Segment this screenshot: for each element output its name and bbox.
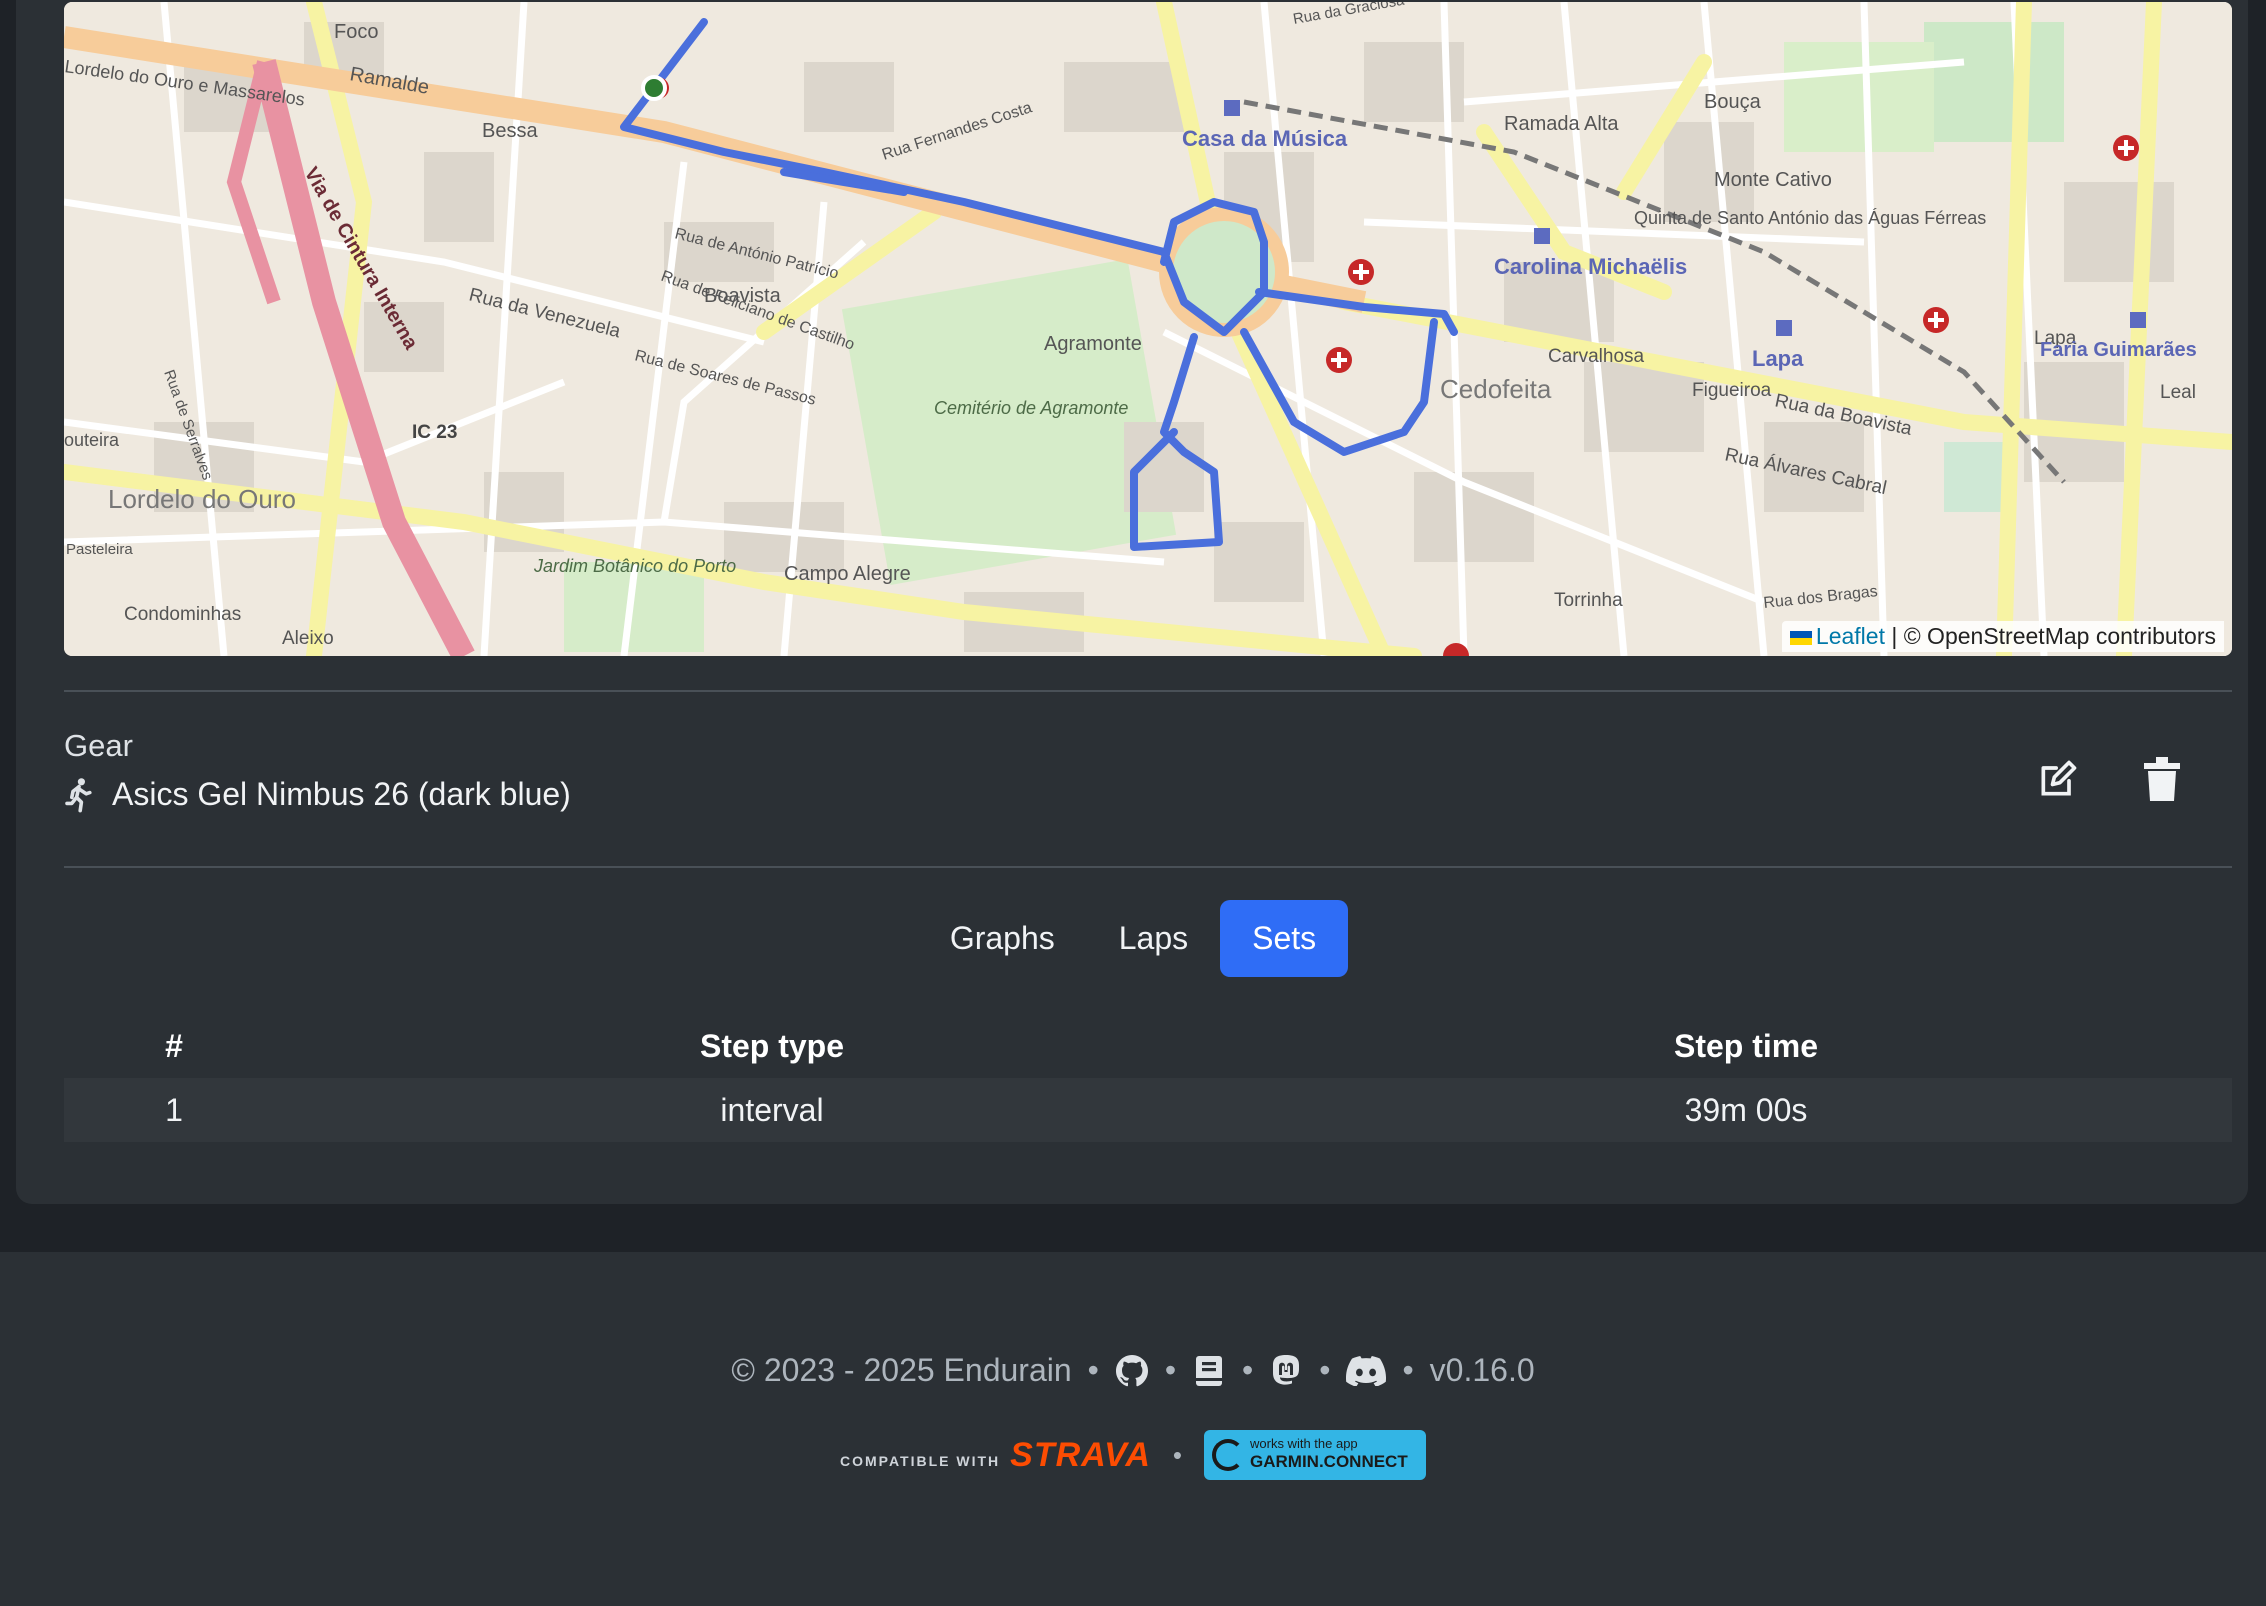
activity-map[interactable]: Foco Lordelo do Ouro e Massarelos Ramald…: [64, 2, 2232, 656]
version-text: v0.16.0: [1429, 1352, 1535, 1388]
trash-icon: [2144, 757, 2180, 801]
gear-name[interactable]: Asics Gel Nimbus 26 (dark blue): [112, 776, 571, 813]
gear-heading: Gear: [64, 728, 133, 763]
tab-sets[interactable]: Sets: [1220, 900, 1349, 977]
map-label: Leal: [2160, 382, 2196, 403]
delete-gear-button[interactable]: [2138, 752, 2186, 806]
compatibility-badges: COMPATIBLE WITH STRAVA • works with the …: [0, 1430, 2266, 1480]
edit-gear-button[interactable]: [2034, 752, 2082, 806]
separator: •: [1164, 1352, 1177, 1388]
tab-graphs[interactable]: Graphs: [918, 900, 1087, 977]
activity-card: Foco Lordelo do Ouro e Massarelos Ramald…: [16, 0, 2248, 1204]
column-header: #: [165, 1027, 183, 1064]
map-label: Bouça: [1704, 91, 1762, 113]
map-label: Jardim Botânico do Porto: [533, 556, 736, 576]
map-label: Quinta de Santo António das Águas Férrea…: [1634, 208, 1986, 228]
gear-item: Asics Gel Nimbus 26 (dark blue): [64, 776, 571, 813]
map-label: Lapa: [1752, 346, 1804, 371]
column-header: Step type: [699, 1027, 845, 1064]
copyright-text: © 2023 - 2025 Endurain: [731, 1352, 1072, 1388]
set-step-type: interval: [284, 1078, 1260, 1142]
map-label: Torrinha: [1554, 590, 1623, 611]
map-label: Condominhas: [124, 604, 241, 625]
table-header-row: # Step type Step time: [64, 1014, 2232, 1078]
map-label: Cemitério de Agramonte: [934, 398, 1128, 418]
table-row: 1 interval 39m 00s: [64, 1078, 2232, 1142]
map-label: Agramonte: [1044, 333, 1142, 355]
activity-tabs: Graphs Laps Sets: [0, 900, 2266, 977]
map-label: Figueiroa: [1692, 380, 1772, 401]
divider: [64, 690, 2232, 692]
garmin-logo: GARMIN.CONNECT: [1250, 1452, 1408, 1471]
map-label: outeira: [64, 430, 120, 450]
map-label: Carolina Michaëlis: [1494, 254, 1687, 279]
discord-icon[interactable]: [1346, 1354, 1387, 1388]
map-label: Casa da Música: [1182, 126, 1348, 151]
map-label: Foco: [334, 21, 378, 43]
map-tiles: Foco Lordelo do Ouro e Massarelos Ramald…: [64, 2, 2232, 656]
footer-line: © 2023 - 2025 Endurain • • • • • v0.16.0: [0, 1352, 2266, 1389]
sets-table: # Step type Step time 1 interval 39m 00s: [64, 1014, 2232, 1142]
map-label: Monte Cativo: [1714, 169, 1832, 191]
docs-icon[interactable]: [1192, 1354, 1226, 1388]
divider: [64, 866, 2232, 868]
garmin-connect-badge[interactable]: works with the app GARMIN.CONNECT: [1204, 1430, 1426, 1480]
map-label: Lordelo do Ouro: [108, 484, 296, 514]
strava-badge[interactable]: COMPATIBLE WITH STRAVA: [840, 1436, 1151, 1475]
strava-compatible-text: COMPATIBLE WITH: [840, 1452, 1001, 1469]
map-label: Faria Guimarães: [2040, 339, 2197, 361]
osm-attribution: | © OpenStreetMap contributors: [1891, 623, 2216, 649]
map-label: Ramada Alta: [1504, 113, 1619, 135]
column-header: Step time: [1673, 1027, 1819, 1064]
map-label: Aleixo: [282, 628, 334, 649]
leaflet-link[interactable]: Leaflet: [1816, 623, 1885, 649]
garmin-works-text: works with the app: [1250, 1436, 1358, 1451]
footer: © 2023 - 2025 Endurain • • • • • v0.16.0…: [0, 1252, 2266, 1606]
map-attribution: Leaflet | © OpenStreetMap contributors: [1781, 621, 2224, 652]
map-label: IC 23: [412, 422, 457, 443]
separator: •: [1402, 1352, 1414, 1388]
running-person-icon: [65, 777, 92, 812]
separator: •: [1172, 1439, 1182, 1470]
garmin-connect-icon: [1212, 1439, 1244, 1471]
separator: •: [1242, 1352, 1254, 1388]
separator: •: [1087, 1352, 1099, 1388]
map-label: Carvalhosa: [1548, 346, 1645, 367]
map-label: Cedofeita: [1440, 374, 1552, 404]
strava-logo: STRAVA: [1010, 1435, 1151, 1474]
separator: •: [1319, 1352, 1331, 1388]
github-icon[interactable]: [1115, 1354, 1149, 1388]
mastodon-icon[interactable]: [1269, 1354, 1303, 1388]
map-label: Campo Alegre: [784, 563, 911, 585]
edit-icon: [2041, 760, 2077, 796]
set-step-time: 39m 00s: [1260, 1078, 2232, 1142]
ukraine-flag-icon: [1789, 630, 1812, 645]
map-label: Bessa: [482, 120, 538, 142]
set-number: 1: [64, 1078, 284, 1142]
map-label: Pasteleira: [66, 541, 133, 558]
tab-laps[interactable]: Laps: [1087, 900, 1220, 977]
